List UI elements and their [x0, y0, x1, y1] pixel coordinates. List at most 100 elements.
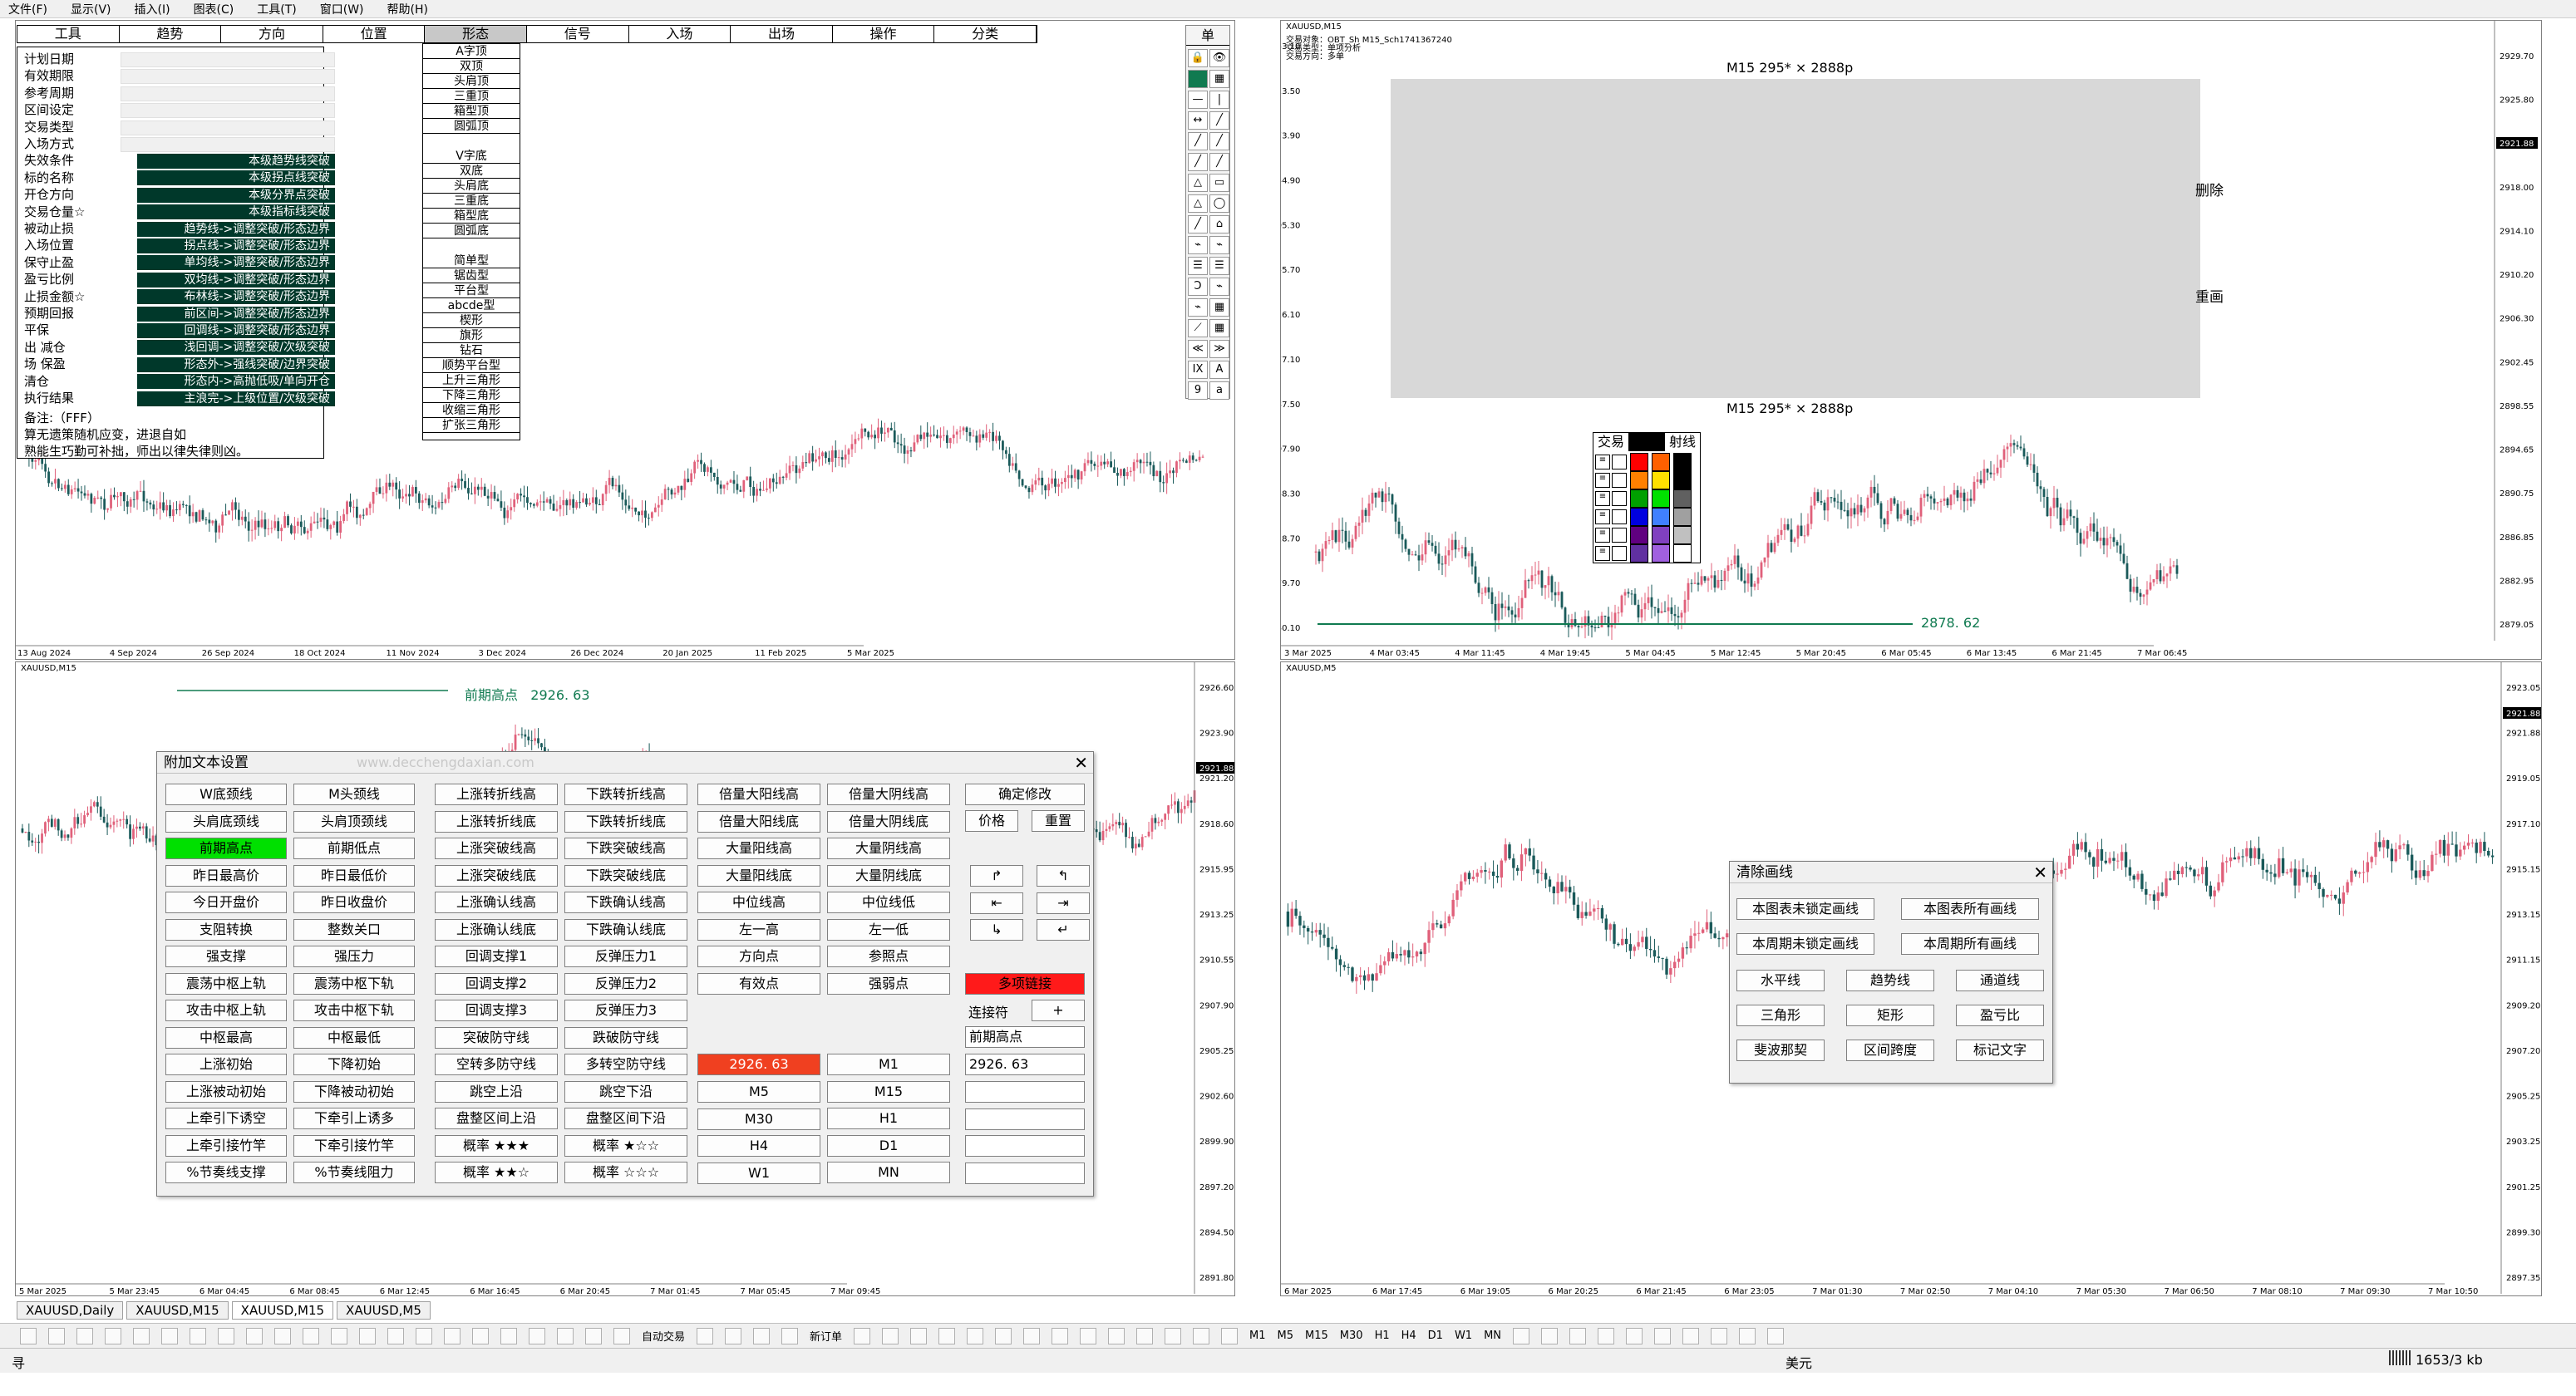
line-style-icon[interactable]: ≡ [1595, 491, 1610, 506]
delete-label[interactable]: 删除 [2195, 179, 2224, 199]
chart-tab[interactable]: XAUUSD,M5 [337, 1301, 431, 1320]
line-style-icon[interactable]: ≡ [1595, 509, 1610, 524]
toolbar-icon[interactable] [1513, 1327, 1530, 1344]
clear-type-button[interactable]: 矩形 [1846, 1005, 1934, 1026]
toolbar-icon[interactable] [1108, 1327, 1125, 1344]
draw-tool-icon[interactable]: △ [1188, 174, 1208, 192]
chart-pane-top-right[interactable]: 2878. 62 M15 295* × 2888p M15 295* × 2888p… [1280, 20, 2542, 660]
text-preset-button[interactable]: 左一低 [827, 918, 950, 941]
text-preset-button[interactable]: %节奏线支撑 [165, 1162, 287, 1183]
toolbar-icon[interactable] [697, 1327, 714, 1344]
color-swatch[interactable] [1652, 489, 1670, 508]
tree-row[interactable]: 出 减仓 [17, 339, 66, 356]
draw-tool-icon[interactable]: ╱ [1188, 132, 1208, 150]
line-style-icon[interactable]: ≡ [1595, 528, 1610, 543]
toolbar-icon[interactable] [76, 1327, 93, 1344]
text-preset-button[interactable]: 跌破防守线 [564, 1026, 687, 1049]
text-preset-button[interactable]: 下跌确认线高 [564, 892, 687, 913]
connector-arrow-icon[interactable]: ↱ [970, 865, 1023, 887]
chart-tab[interactable]: XAUUSD,M15 [231, 1301, 334, 1320]
toolbar-icon[interactable] [854, 1327, 871, 1344]
clear-period-all-button[interactable]: 本周期所有画线 [1901, 933, 2039, 955]
text-preset-button[interactable]: 概率 ★★★ [435, 1134, 558, 1157]
auto-trade-button[interactable]: 自动交易 [642, 1328, 685, 1344]
line-width-icon[interactable] [1612, 491, 1627, 506]
tree-row[interactable]: 保守止盈 [17, 254, 74, 271]
pattern-item[interactable]: 圆弧底 [423, 224, 520, 238]
menu-item[interactable]: 插入(I) [135, 1, 170, 17]
multi-link-button[interactable]: 多项链接 [965, 973, 1085, 995]
toolbar-icon[interactable] [472, 1327, 489, 1344]
pattern-item[interactable]: 箱型底 [423, 209, 520, 224]
tool-tab[interactable]: 位置 [323, 26, 426, 42]
pattern-item[interactable]: 旗形 [423, 328, 520, 343]
connector-arrow-icon[interactable]: ↵ [1037, 919, 1090, 941]
line-style-icon[interactable]: ≡ [1595, 546, 1610, 561]
pattern-item[interactable]: 下降三角形 [423, 388, 520, 403]
text-preset-button[interactable]: 盘整区间下沿 [564, 1108, 687, 1129]
text-preset-button[interactable]: 大量阳线高 [697, 838, 820, 859]
color-swatch[interactable] [1652, 526, 1670, 544]
draw-tool-icon[interactable]: A [1209, 361, 1229, 379]
toolbar-icon[interactable] [331, 1327, 347, 1344]
pattern-item[interactable]: 头肩底 [423, 179, 520, 194]
text-preset-button[interactable]: 攻击中枢下轨 [293, 1000, 415, 1021]
drawing-toolbar-header[interactable]: 单 [1186, 26, 1229, 46]
text-preset-button[interactable]: 下跌转折线高 [564, 784, 687, 805]
draw-tool-icon[interactable]: | [1209, 91, 1229, 109]
pattern-item[interactable]: 平台型 [423, 283, 520, 298]
text-preset-button[interactable]: 下降被动初始 [293, 1080, 415, 1103]
toolbar-icon[interactable] [1080, 1327, 1097, 1344]
draw-tool-icon[interactable]: ▭ [1209, 174, 1229, 192]
clear-type-button[interactable]: 三角形 [1736, 1005, 1825, 1026]
toolbar-icon[interactable] [133, 1327, 150, 1344]
tool-tab[interactable]: 信号 [527, 26, 629, 42]
text-preset-button[interactable]: 空转多防守线 [435, 1054, 558, 1075]
color-swatch[interactable] [1673, 453, 1692, 471]
text-preset-button[interactable]: 方向点 [697, 946, 820, 967]
tool-tab[interactable]: 分类 [934, 26, 1037, 42]
toolbar-icon[interactable] [1598, 1327, 1615, 1344]
text-preset-button[interactable]: 盘整区间上沿 [435, 1108, 558, 1129]
text-preset-button[interactable]: 参照点 [827, 946, 950, 967]
tree-value-field[interactable] [121, 103, 335, 119]
text-preset-button[interactable]: 上涨初始 [165, 1054, 287, 1075]
toolbar-icon[interactable] [190, 1327, 206, 1344]
toolbar-icon[interactable] [246, 1327, 263, 1344]
text-preset-button[interactable]: 中枢最低 [293, 1026, 415, 1049]
timeframe-toolbar-button[interactable]: D1 [1428, 1330, 1443, 1342]
tree-value-field[interactable] [121, 120, 335, 135]
toolbar-icon[interactable] [995, 1327, 1012, 1344]
toolbar-icon[interactable] [444, 1327, 461, 1344]
clear-type-button[interactable]: 水平线 [1736, 970, 1825, 991]
menu-item[interactable]: 显示(V) [71, 1, 111, 17]
text-preset-button[interactable]: 强压力 [293, 946, 415, 967]
dialog-title-bar[interactable]: 附加文本设置 www.decchengdaxian.com ✕ [157, 752, 1093, 774]
tool-tab[interactable]: 方向 [221, 26, 323, 42]
text-preset-button[interactable]: 倍量大阴线底 [827, 810, 950, 833]
line-width-icon[interactable] [1612, 546, 1627, 561]
line-width-icon[interactable] [1612, 455, 1627, 469]
tree-value-field[interactable] [121, 86, 335, 101]
text-preset-button[interactable]: 上牵引接竹竿 [165, 1134, 287, 1157]
draw-tool-icon[interactable]: ≪ [1188, 340, 1208, 358]
text-preset-button[interactable]: 回调支撑1 [435, 946, 558, 967]
price-button[interactable]: 价格 [965, 810, 1018, 832]
color-swatch[interactable] [1673, 526, 1692, 544]
line-style-icon[interactable]: ≡ [1595, 455, 1610, 469]
pattern-item[interactable]: 箱型顶 [423, 104, 520, 119]
color-swatch[interactable] [1652, 544, 1670, 563]
draw-tool-icon[interactable]: ╱ [1209, 111, 1229, 130]
toolbar-icon[interactable] [1569, 1327, 1587, 1344]
toolbar-icon[interactable] [1136, 1327, 1154, 1344]
text-preset-button[interactable]: 反弹压力2 [564, 972, 687, 995]
pattern-item[interactable]: 简单型 [423, 253, 520, 268]
text-preset-button[interactable]: 昨日最高价 [165, 864, 287, 887]
toolbar-icon[interactable] [1023, 1327, 1041, 1344]
text-preset-button[interactable]: 有效点 [697, 972, 820, 995]
clear-chart-unlocked-button[interactable]: 本图表未锁定画线 [1736, 898, 1874, 920]
redraw-label[interactable]: 重画 [2195, 285, 2224, 306]
tree-option[interactable]: 浅回调->调整突破/次级突破 [137, 340, 335, 356]
text-preset-button[interactable]: 强弱点 [827, 972, 950, 995]
draw-tool-icon[interactable]: ⟋ [1188, 319, 1208, 337]
